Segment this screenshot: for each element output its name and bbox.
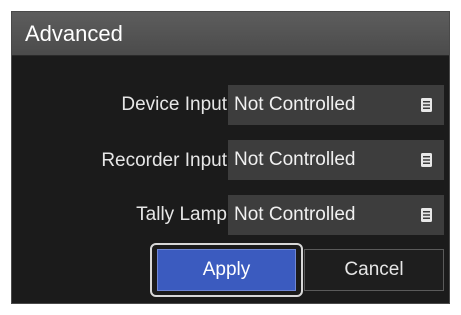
recorder-input-select[interactable]: Not Controlled [228, 140, 444, 180]
apply-button[interactable]: Apply [157, 249, 296, 291]
cancel-button[interactable]: Cancel [304, 249, 444, 291]
list-icon [421, 153, 432, 167]
dialog-title: Advanced [25, 21, 123, 46]
device-input-value: Not Controlled [234, 94, 356, 115]
device-input-label: Device Input [121, 94, 227, 115]
recorder-input-label: Recorder Input [101, 150, 227, 171]
tally-lamp-select[interactable]: Not Controlled [228, 195, 444, 235]
device-input-select[interactable]: Not Controlled [228, 85, 444, 125]
list-icon [421, 98, 432, 112]
tally-lamp-label: Tally Lamp [136, 204, 227, 225]
recorder-input-value: Not Controlled [234, 149, 356, 170]
tally-lamp-value: Not Controlled [234, 204, 356, 225]
list-icon [421, 208, 432, 222]
dialog-titlebar: Advanced [12, 12, 449, 56]
advanced-dialog: Advanced Device Input Not Controlled Rec… [11, 11, 450, 304]
